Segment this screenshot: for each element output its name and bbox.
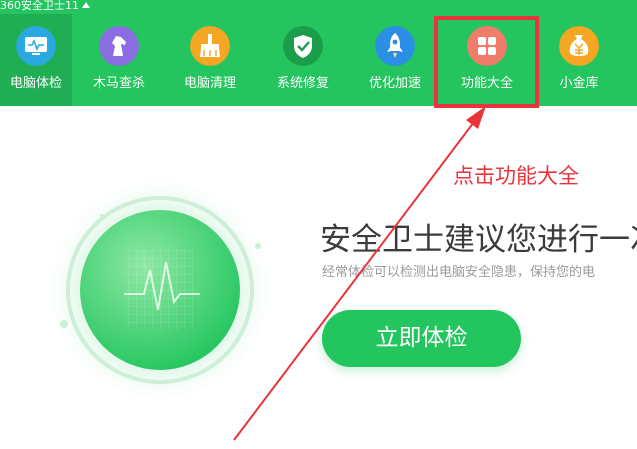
- nav-label: 优化加速: [368, 76, 421, 91]
- scan-now-button[interactable]: 立即体检: [322, 310, 521, 367]
- annotation-text: 点击功能大全: [453, 164, 579, 188]
- subtext: 经常体检可以检测出电脑安全隐患，保持您的电: [322, 265, 596, 280]
- app-title-bar: 360安全卫士11: [0, 0, 90, 14]
- horse-icon: [99, 26, 139, 66]
- monitor-icon: [16, 26, 56, 66]
- grid-icon: [467, 26, 507, 66]
- up-arrow-icon[interactable]: [82, 2, 90, 8]
- app-title: 360安全卫士11: [0, 0, 79, 12]
- nav-item-trojan-scan[interactable]: 木马查杀: [83, 14, 155, 106]
- top-toolbar: 360安全卫士11 电脑体检 木马查杀 电脑清理 系统修复 优化加速 功能大全 …: [0, 0, 637, 106]
- nav-label: 小金库: [559, 76, 599, 91]
- nav-item-all-features[interactable]: 功能大全: [451, 14, 523, 106]
- nav-item-pc-checkup[interactable]: 电脑体检: [0, 14, 72, 106]
- rocket-icon: [375, 26, 415, 66]
- nav-label: 木马查杀: [92, 76, 145, 91]
- nav-item-speed-up[interactable]: 优化加速: [359, 14, 431, 106]
- health-gauge: [42, 172, 278, 408]
- nav-item-pc-cleanup[interactable]: 电脑清理: [174, 14, 246, 106]
- nav-item-system-repair[interactable]: 系统修复: [267, 14, 339, 106]
- money-bag-icon: [559, 26, 599, 66]
- nav-label: 功能大全: [460, 76, 513, 91]
- shield-icon: [283, 26, 323, 66]
- broom-icon: [190, 26, 230, 66]
- nav-label: 系统修复: [276, 76, 329, 91]
- nav-label: 电脑体检: [9, 76, 62, 91]
- nav-item-wallet[interactable]: 小金库: [543, 14, 615, 106]
- headline: 安全卫士建议您进行一次: [320, 222, 637, 258]
- nav-label: 电脑清理: [183, 76, 236, 91]
